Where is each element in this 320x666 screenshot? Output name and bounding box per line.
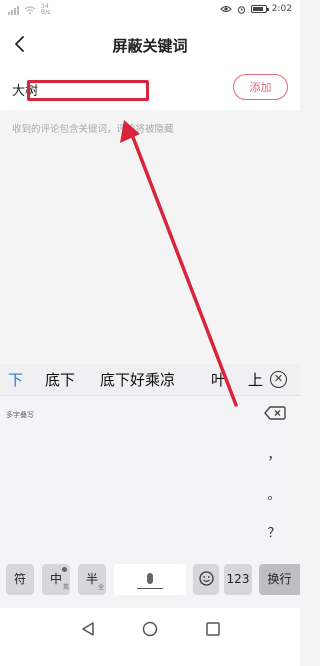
signal-icon bbox=[8, 5, 19, 15]
collapse-keyboard-icon[interactable]: ✕ bbox=[270, 371, 287, 388]
symbol-key[interactable]: 符 bbox=[6, 564, 34, 595]
candidate-item[interactable]: 底下 bbox=[45, 369, 75, 390]
page-title: 屏蔽关键词 bbox=[112, 37, 188, 55]
english-sub-label: 英 bbox=[62, 584, 69, 591]
full-sub-label: 全 bbox=[97, 584, 104, 591]
chinese-key-label: 中 bbox=[49, 572, 62, 586]
number-key-label: 123 bbox=[226, 572, 250, 586]
space-key[interactable] bbox=[114, 564, 186, 595]
battery-icon bbox=[250, 5, 269, 13]
candidate-item[interactable]: 底下好乘凉 bbox=[100, 369, 175, 390]
emoji-key[interactable] bbox=[193, 564, 219, 595]
symbol-key-label: 符 bbox=[13, 572, 26, 586]
candidate-item[interactable]: 叶 bbox=[211, 369, 226, 390]
microphone-icon bbox=[147, 573, 153, 584]
key-indicator-dot bbox=[62, 567, 67, 572]
wifi-icon bbox=[24, 5, 36, 15]
home-circle-icon[interactable] bbox=[141, 620, 159, 638]
emoji-icon bbox=[199, 571, 214, 586]
enter-key-label: 换行 bbox=[267, 572, 292, 586]
recents-square-icon[interactable] bbox=[204, 620, 222, 638]
handwriting-mode-label: 多字叠写 bbox=[6, 411, 34, 419]
chinese-english-toggle-key[interactable]: 中 英 bbox=[42, 564, 70, 595]
candidate-item[interactable]: 上 bbox=[248, 369, 263, 390]
clock: 2:02 bbox=[271, 4, 292, 14]
ime-candidate-bar: 下 底下 底下好乘凉 叶 上 ✕ bbox=[0, 364, 300, 396]
punct-key[interactable]: 。 bbox=[262, 484, 286, 503]
navigation-bar bbox=[0, 608, 300, 666]
punct-key[interactable]: ？ bbox=[262, 522, 286, 541]
annotation-highlight-box bbox=[27, 80, 149, 101]
network-speed: 34 B/s bbox=[41, 3, 51, 16]
candidate-pinyin[interactable]: 下 bbox=[8, 369, 23, 390]
back-triangle-icon[interactable] bbox=[79, 620, 97, 638]
header: 屏蔽关键词 bbox=[0, 22, 300, 68]
add-button[interactable]: 添加 bbox=[233, 74, 288, 100]
eye-icon bbox=[220, 6, 232, 12]
space-bar-line bbox=[137, 587, 163, 589]
hint-text: 收到的评论包含关键词，评论将被隐藏 bbox=[12, 124, 174, 135]
delete-key-icon[interactable] bbox=[264, 406, 286, 420]
punct-key[interactable]: ， bbox=[262, 444, 286, 463]
status-bar: 34 B/s 2:02 bbox=[0, 0, 300, 22]
enter-key[interactable]: 换行 bbox=[259, 564, 300, 595]
number-key[interactable]: 123 bbox=[224, 564, 252, 595]
half-full-width-key[interactable]: 半 全 bbox=[78, 564, 106, 595]
half-key-label: 半 bbox=[85, 572, 98, 586]
alarm-icon bbox=[237, 5, 245, 14]
